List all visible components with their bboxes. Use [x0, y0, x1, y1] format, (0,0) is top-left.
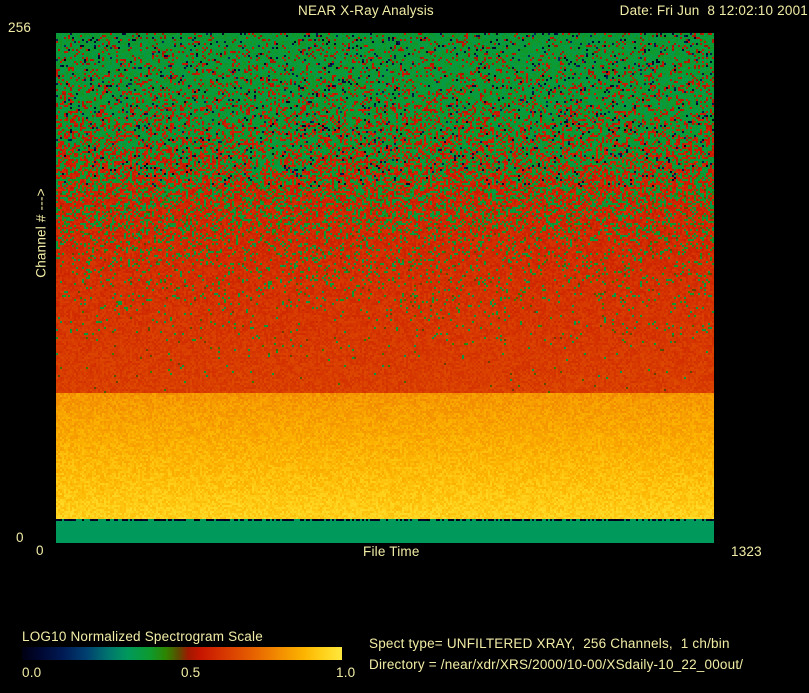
- y-axis-max-label: 256: [8, 20, 32, 35]
- spect-type-info: Spect type= UNFILTERED XRAY, 256 Channel…: [369, 636, 730, 651]
- colorbar-gradient: [22, 647, 342, 660]
- x-axis-title: File Time: [363, 544, 420, 559]
- spectrogram-canvas: [56, 33, 714, 543]
- datetime-label: Date: Fri Jun 8 12:02:10 2001: [619, 3, 808, 18]
- x-axis-max-label: 1323: [731, 544, 762, 559]
- colorbar-tick-mid: 0.5: [181, 665, 201, 680]
- y-axis-title: Channel # --->: [33, 188, 49, 278]
- directory-info: Directory = /near/xdr/XRS/2000/10-00/XSd…: [369, 657, 744, 672]
- colorbar-tick-max: 1.0: [336, 665, 356, 680]
- colorbar-tick-min: 0.0: [22, 665, 42, 680]
- app-window: NEAR X-Ray Analysis Date: Fri Jun 8 12:0…: [0, 0, 809, 693]
- app-title: NEAR X-Ray Analysis: [298, 3, 434, 18]
- x-axis-min-label: 0: [36, 543, 44, 558]
- colorbar-title: LOG10 Normalized Spectrogram Scale: [22, 629, 263, 644]
- y-axis-min-label: 0: [16, 530, 24, 545]
